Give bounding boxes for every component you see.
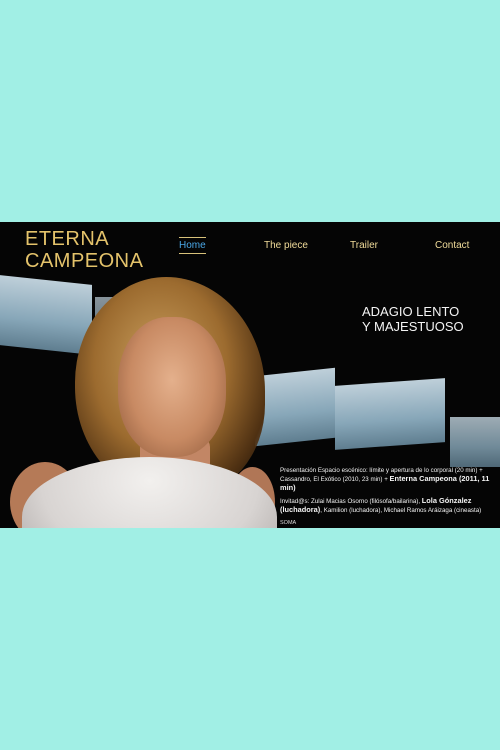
nav-home[interactable]: Home <box>179 237 206 254</box>
guests-text: Invitad@s: Zulai Macias Osorno (filósofa… <box>280 498 422 505</box>
subtitle-line-1: ADAGIO LENTO <box>362 304 460 319</box>
hero-frame: ETERNA CAMPEONA Home The piece Trailer C… <box>0 222 500 528</box>
stage-light <box>335 378 445 450</box>
nav-trailer[interactable]: Trailer <box>350 240 378 251</box>
stage-light <box>450 417 500 467</box>
event-presentation: Presentación Espacio escénico: límite y … <box>280 467 494 493</box>
hero-subtitle: ADAGIO LENTO Y MAJESTUOSO <box>362 304 492 334</box>
nav-contact[interactable]: Contact <box>435 240 469 251</box>
stage-light <box>0 275 92 355</box>
subtitle-line-2: Y MAJESTUOSO <box>362 319 464 334</box>
event-guests: Invitad@s: Zulai Macias Osorno (filósofa… <box>280 497 494 515</box>
venue-label: SOMA <box>280 520 297 526</box>
main-nav: Home The piece Trailer Contact <box>0 237 500 260</box>
wrestler-photo-face <box>118 317 226 457</box>
stage-light <box>255 367 335 447</box>
event-info: Presentación Espacio escénico: límite y … <box>280 467 494 528</box>
guests-text-rest: , Kamilion (luchadora), Michael Ramos Ar… <box>320 507 482 514</box>
nav-the-piece[interactable]: The piece <box>264 240 308 251</box>
